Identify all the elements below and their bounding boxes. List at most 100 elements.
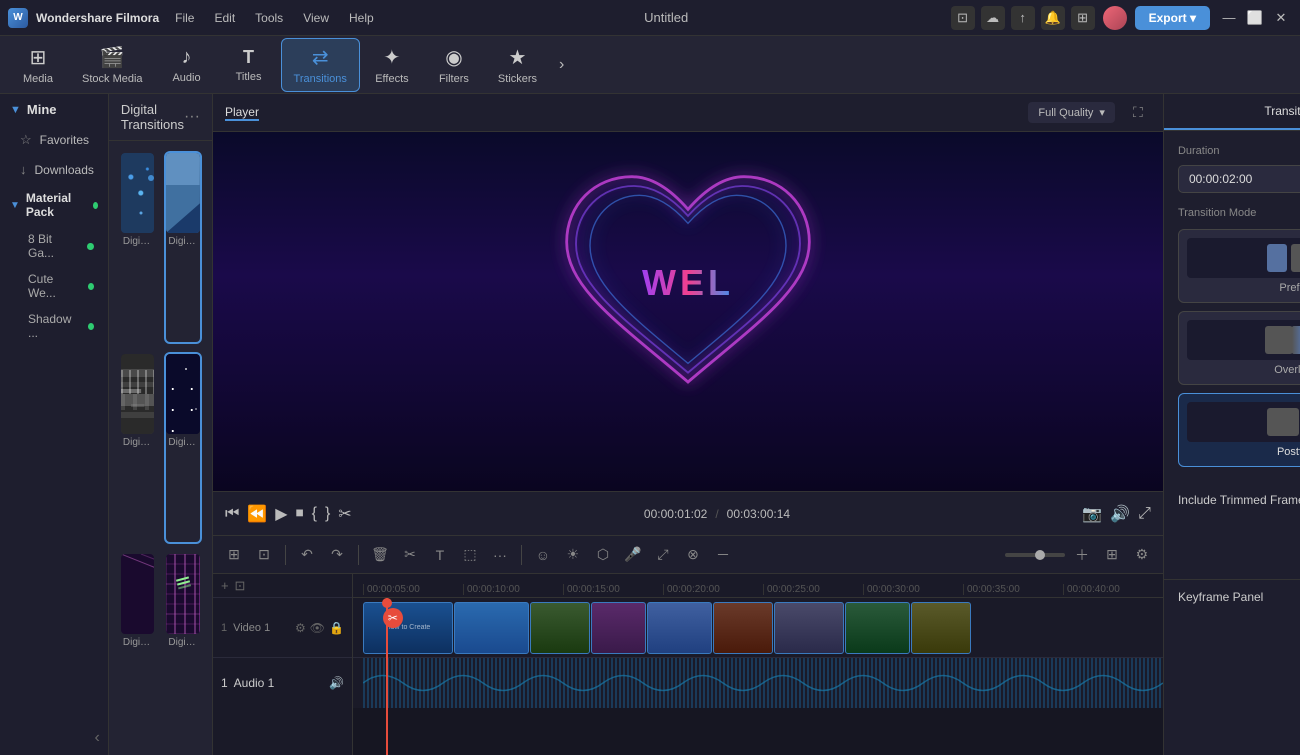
menu-view[interactable]: View [295, 7, 337, 29]
preview-tabs: Player [225, 105, 259, 121]
preview-header: Player Full Quality ▾ ⛶ [213, 94, 1163, 132]
frame-back-icon[interactable]: ⏪ [247, 504, 267, 524]
community-icon[interactable]: ⊞ [1071, 6, 1095, 30]
skip-back-icon[interactable]: ⏮ [225, 505, 239, 523]
zoom-out-icon[interactable]: － [710, 542, 736, 568]
video-clip-4[interactable] [647, 602, 712, 654]
transition-card-1[interactable]: Digital Transition Tran _ [164, 151, 202, 344]
transitions-more-icon[interactable]: ··· [184, 108, 200, 126]
sidebar-item-cute[interactable]: Cute We... [0, 266, 108, 306]
tab-player[interactable]: Player [225, 105, 259, 121]
mine-section-header[interactable]: ▼ Mine [0, 94, 108, 125]
play-icon[interactable]: ▶ [275, 504, 287, 524]
fullscreen-icon[interactable]: ⛶ [1125, 100, 1151, 126]
video-clip-7[interactable] [845, 602, 910, 654]
smile-icon[interactable]: ☺ [530, 542, 556, 568]
split-icon[interactable]: ⊗ [680, 542, 706, 568]
snap-icon[interactable]: ⊡ [235, 578, 246, 594]
toolbar-stickers[interactable]: ★ Stickers [486, 39, 549, 91]
playhead-marker [382, 598, 392, 608]
toolbar-effects[interactable]: ✦ Effects [362, 39, 422, 91]
toolbar-filters[interactable]: ◉ Filters [424, 39, 484, 91]
transition-card-0[interactable]: Digital Transition Tran _ [119, 151, 157, 344]
transition-card-2[interactable]: Digital Transition Tran _ [119, 352, 157, 545]
quality-selector[interactable]: Full Quality ▾ [1028, 102, 1115, 123]
delete-icon[interactable]: 🗑 [367, 542, 393, 568]
video-clip-2[interactable] [530, 602, 590, 654]
cloud-icon[interactable]: ↑ [1011, 6, 1035, 30]
mic-icon[interactable]: 🎤 [620, 542, 646, 568]
sidebar-item-favorites[interactable]: ☆ Favorites [0, 125, 108, 155]
camera-icon[interactable]: 📷 [1082, 504, 1102, 524]
transition-card-3[interactable]: Digital Transition Tran _ [164, 352, 202, 545]
toolbar-more-icon[interactable]: › [551, 56, 572, 74]
add-video-icon[interactable]: + [221, 578, 229, 593]
mark-out-icon[interactable]: } [325, 505, 330, 523]
grid-icon[interactable]: ⊞ [1099, 542, 1125, 568]
audio-track-volume-icon[interactable]: 🔊 [329, 676, 344, 690]
collapse-panel-icon[interactable]: ‹ [95, 729, 100, 747]
video-clip-0[interactable]: How to Create [363, 602, 453, 654]
audio-track-name: Audio 1 [234, 676, 275, 690]
redo-icon[interactable]: ↷ [324, 542, 350, 568]
video-track-lock-icon[interactable]: 🔒 [329, 621, 344, 635]
more-tools-icon[interactable]: ··· [487, 542, 513, 568]
minimize-button[interactable]: — [1218, 7, 1240, 29]
tab-transitions[interactable]: Transitions [1164, 94, 1300, 130]
material-pack-title: Material Pack [26, 191, 83, 219]
undo-icon[interactable]: ↶ [294, 542, 320, 568]
transition-card-5[interactable]: Digital Transition Tran _ [164, 552, 202, 745]
shield-icon[interactable]: ⬡ [590, 542, 616, 568]
account-icon[interactable]: ☁ [981, 6, 1005, 30]
mix-icon[interactable]: ⤢ [650, 542, 676, 568]
toolbar-stock-media[interactable]: 🎬 Stock Media [70, 39, 155, 91]
video-clip-1[interactable] [454, 602, 529, 654]
zoom-slider[interactable] [1005, 553, 1065, 557]
settings-icon[interactable]: ⚙ [1129, 542, 1155, 568]
notification-icon[interactable]: 🔔 [1041, 6, 1065, 30]
video-clip-6[interactable] [774, 602, 844, 654]
maximize-button[interactable]: ⬜ [1244, 7, 1266, 29]
video-track-settings-icon[interactable]: ⚙ [295, 621, 306, 635]
toolbar-titles[interactable]: T Titles [219, 41, 279, 89]
menu-help[interactable]: Help [341, 7, 382, 29]
material-pack-section[interactable]: ▼ Material Pack [0, 184, 108, 226]
crop-icon[interactable]: ⬚ [457, 542, 483, 568]
filters-icon: ◉ [445, 45, 462, 70]
duration-input[interactable] [1178, 165, 1300, 193]
sidebar-item-8bit[interactable]: 8 Bit Ga... [0, 226, 108, 266]
toolbar-audio[interactable]: ♪ Audio [157, 40, 217, 90]
text-icon[interactable]: T [427, 542, 453, 568]
ruler-marks: 00:00:05:00 00:00:10:00 00:00:15:00 00:0… [353, 584, 1163, 595]
cut-icon[interactable]: ✂ [397, 542, 423, 568]
toolbar-media[interactable]: ⊞ Media [8, 39, 68, 91]
clip-icon[interactable]: ✂ [338, 504, 351, 524]
mode-overlap[interactable]: Overlap [1178, 311, 1300, 385]
ruler-mark-2: 00:00:15:00 [563, 584, 663, 595]
menu-file[interactable]: File [167, 7, 202, 29]
user-avatar[interactable] [1103, 6, 1127, 30]
magnet-icon[interactable]: ⊡ [251, 542, 277, 568]
transition-card-4[interactable]: Digital Transition Tran _ [119, 552, 157, 745]
menu-tools[interactable]: Tools [247, 7, 291, 29]
export-button[interactable]: ⊞Export ▾ [1135, 6, 1210, 30]
close-button[interactable]: ✕ [1270, 7, 1292, 29]
stop-icon[interactable]: ⏹ [296, 505, 304, 523]
mode-postfix[interactable]: Postfix [1178, 393, 1300, 467]
sidebar-item-shadow[interactable]: Shadow ... [0, 306, 108, 346]
toolbar-transitions[interactable]: ⇄ Transitions [281, 38, 360, 92]
expand-icon[interactable]: ⤢ [1138, 505, 1151, 523]
menu-edit[interactable]: Edit [206, 7, 243, 29]
video-clip-5[interactable] [713, 602, 773, 654]
mode-prefix[interactable]: Prefix [1178, 229, 1300, 303]
sun-icon[interactable]: ☀ [560, 542, 586, 568]
add-track-icon[interactable]: ⊞ [221, 542, 247, 568]
video-track-eye-icon[interactable]: 👁 [310, 621, 325, 635]
video-clip-3[interactable] [591, 602, 646, 654]
minimize-window-icon[interactable]: ⊡ [951, 6, 975, 30]
mark-in-icon[interactable]: { [312, 505, 317, 523]
sidebar-item-downloads[interactable]: ↓ Downloads [0, 155, 108, 184]
volume-icon[interactable]: 🔊 [1110, 504, 1130, 524]
video-clip-8[interactable] [911, 602, 971, 654]
zoom-in-icon[interactable]: ＋ [1069, 542, 1095, 568]
